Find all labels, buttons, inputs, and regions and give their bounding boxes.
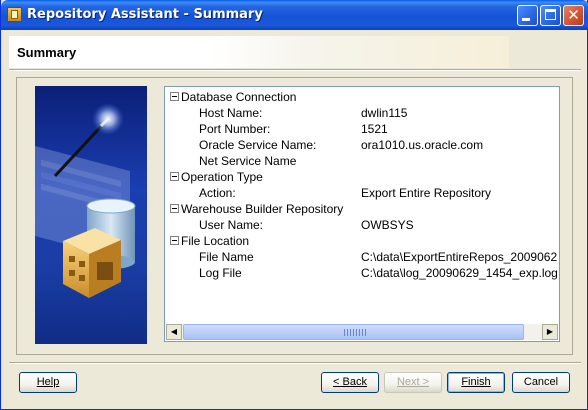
- tree-item-net-service-name: Net Service Name: [165, 153, 559, 169]
- tree-item-log-file: Log File C:\data\log_20090629_1454_exp.l…: [165, 265, 559, 281]
- tree-item-user-name: User Name: OWBSYS: [165, 217, 559, 233]
- collapse-icon[interactable]: [170, 236, 179, 245]
- section-label: Database Connection: [181, 90, 297, 104]
- scroll-left-icon[interactable]: ◀: [166, 324, 182, 340]
- window-title: Repository Assistant - Summary: [27, 7, 263, 22]
- tree-item-oracle-service-name: Oracle Service Name: ora1010.us.oracle.c…: [165, 137, 559, 153]
- item-value: 1521: [361, 122, 388, 136]
- footer-divider: [9, 362, 581, 364]
- maximize-button[interactable]: [540, 5, 561, 26]
- close-icon: ✕: [567, 6, 580, 24]
- minimize-icon: [522, 18, 530, 21]
- item-value: C:\data\log_20090629_1454_exp.log: [361, 266, 558, 280]
- dialog-window: Repository Assistant - Summary ✕ Summary: [0, 0, 588, 410]
- item-value: C:\data\ExportEntireRepos_2009062: [361, 250, 558, 264]
- item-label: Log File: [199, 266, 242, 280]
- collapse-icon[interactable]: [170, 92, 179, 101]
- collapse-icon[interactable]: [170, 204, 179, 213]
- next-button[interactable]: Next >: [384, 372, 442, 393]
- collapse-icon[interactable]: [170, 172, 179, 181]
- warehouse-illustration-icon: [35, 103, 136, 298]
- maximize-icon: [545, 9, 556, 20]
- item-label: Action:: [199, 186, 236, 200]
- item-label: Port Number:: [199, 122, 271, 136]
- section-label: Operation Type: [181, 170, 263, 184]
- item-label: File Name: [199, 250, 254, 264]
- item-label: Net Service Name: [199, 154, 297, 168]
- minimize-button[interactable]: [517, 5, 538, 26]
- item-label: User Name:: [199, 218, 264, 232]
- section-label: Warehouse Builder Repository: [181, 202, 344, 216]
- scroll-thumb[interactable]: [183, 324, 524, 340]
- help-button[interactable]: Help: [19, 372, 77, 393]
- finish-button[interactable]: Finish: [447, 372, 505, 393]
- close-button[interactable]: ✕: [563, 5, 584, 26]
- header-divider: [9, 69, 581, 71]
- header-band: [9, 36, 509, 68]
- item-label: Host Name:: [199, 106, 263, 120]
- wizard-illustration: [35, 86, 147, 344]
- repository-icon: [7, 7, 22, 22]
- grip-icon: [344, 329, 366, 336]
- back-button[interactable]: < Back: [321, 372, 379, 393]
- scroll-right-icon[interactable]: ▶: [542, 324, 558, 340]
- item-value: dwlin115: [361, 106, 408, 120]
- tree-item-file-name: File Name C:\data\ExportEntireRepos_2009…: [165, 249, 559, 265]
- title-bar[interactable]: Repository Assistant - Summary ✕: [1, 0, 588, 30]
- item-label: Oracle Service Name:: [199, 138, 317, 152]
- tree-item-port-number: Port Number: 1521: [165, 121, 559, 137]
- item-value: Export Entire Repository: [361, 186, 492, 200]
- item-value: OWBSYS: [361, 218, 414, 232]
- tree-item-action: Action: Export Entire Repository: [165, 185, 559, 201]
- page-title: Summary: [17, 45, 77, 60]
- item-value: ora1010.us.oracle.com: [361, 138, 484, 152]
- tree-item-host-name: Host Name: dwlin115: [165, 105, 559, 121]
- section-label: File Location: [181, 234, 250, 248]
- summary-tree[interactable]: Database Connection Host Name: dwlin115 …: [164, 86, 560, 342]
- horizontal-scrollbar[interactable]: ◀ ▶: [166, 324, 558, 340]
- cancel-button[interactable]: Cancel: [512, 372, 570, 393]
